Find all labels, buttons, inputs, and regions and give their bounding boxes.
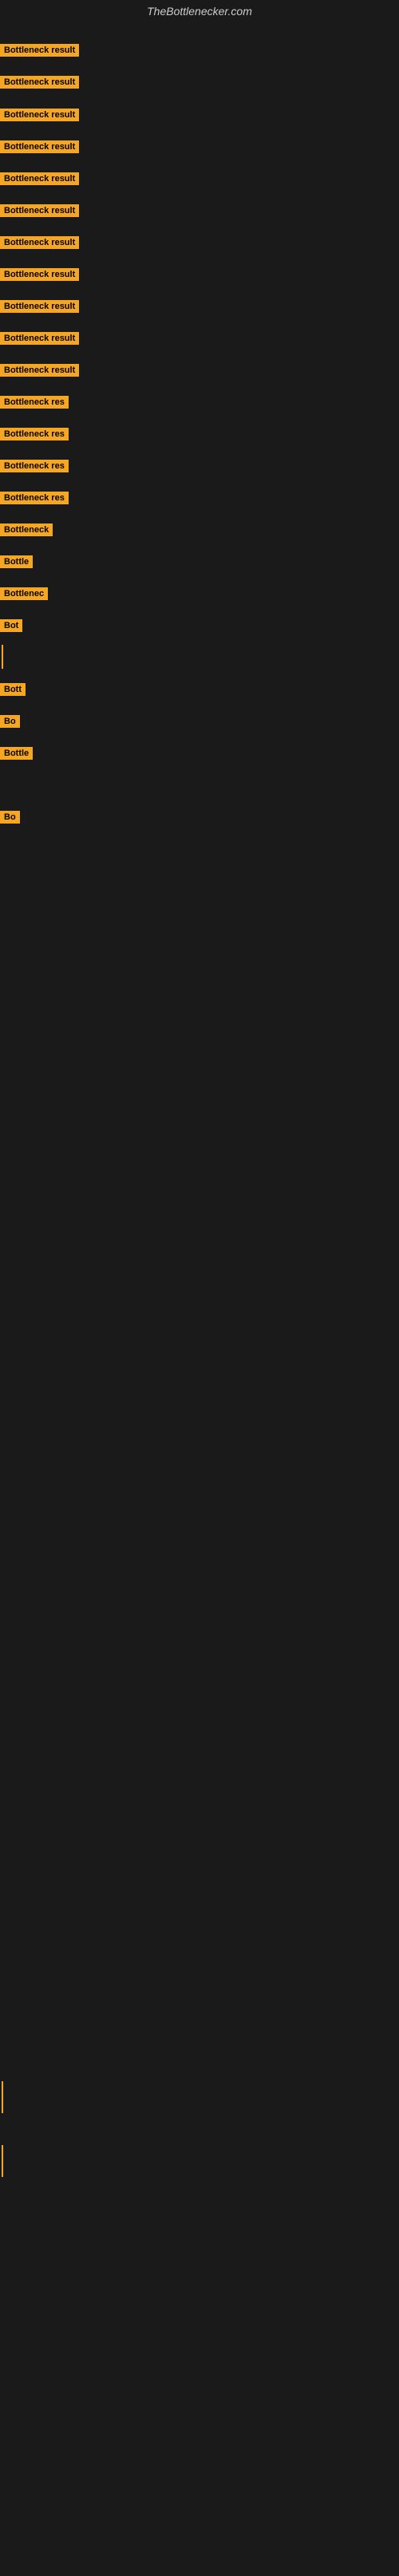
bottleneck-result-label: Bottleneck result: [0, 172, 79, 185]
bottleneck-result-label: Bottleneck res: [0, 460, 69, 472]
bottleneck-result-label: Bott: [0, 683, 26, 696]
bottleneck-result-label: Bottlenec: [0, 587, 48, 600]
bottleneck-result-label: Bottleneck result: [0, 109, 79, 121]
bottleneck-result-label: Bottleneck result: [0, 332, 79, 345]
vertical-line-indicator: [2, 2081, 3, 2113]
bottleneck-result-label: Bottleneck result: [0, 364, 79, 377]
bottleneck-result-label: Bottleneck result: [0, 204, 79, 217]
site-title: TheBottlenecker.com: [0, 0, 399, 22]
bottleneck-result-label: Bottleneck res: [0, 492, 69, 504]
bottleneck-result-label: Bottle: [0, 555, 33, 568]
bottleneck-result-label: Bottleneck result: [0, 44, 79, 57]
bottleneck-result-label: Bottleneck result: [0, 300, 79, 313]
bottleneck-result-label: Bottleneck result: [0, 140, 79, 153]
bottleneck-result-label: Bottleneck result: [0, 268, 79, 281]
bottleneck-result-label: Bo: [0, 811, 20, 824]
vertical-line-indicator: [2, 2145, 3, 2177]
bottleneck-result-label: Bottleneck result: [0, 236, 79, 249]
bottleneck-result-label: Bottle: [0, 747, 33, 760]
bottleneck-result-label: Bo: [0, 715, 20, 728]
bottleneck-result-label: Bottleneck res: [0, 396, 69, 409]
vertical-line-indicator: [2, 645, 3, 669]
bottleneck-result-label: Bottleneck result: [0, 76, 79, 89]
bottleneck-result-label: Bottleneck: [0, 523, 53, 536]
bottleneck-result-label: Bottleneck res: [0, 428, 69, 441]
bottleneck-result-label: Bot: [0, 619, 22, 632]
